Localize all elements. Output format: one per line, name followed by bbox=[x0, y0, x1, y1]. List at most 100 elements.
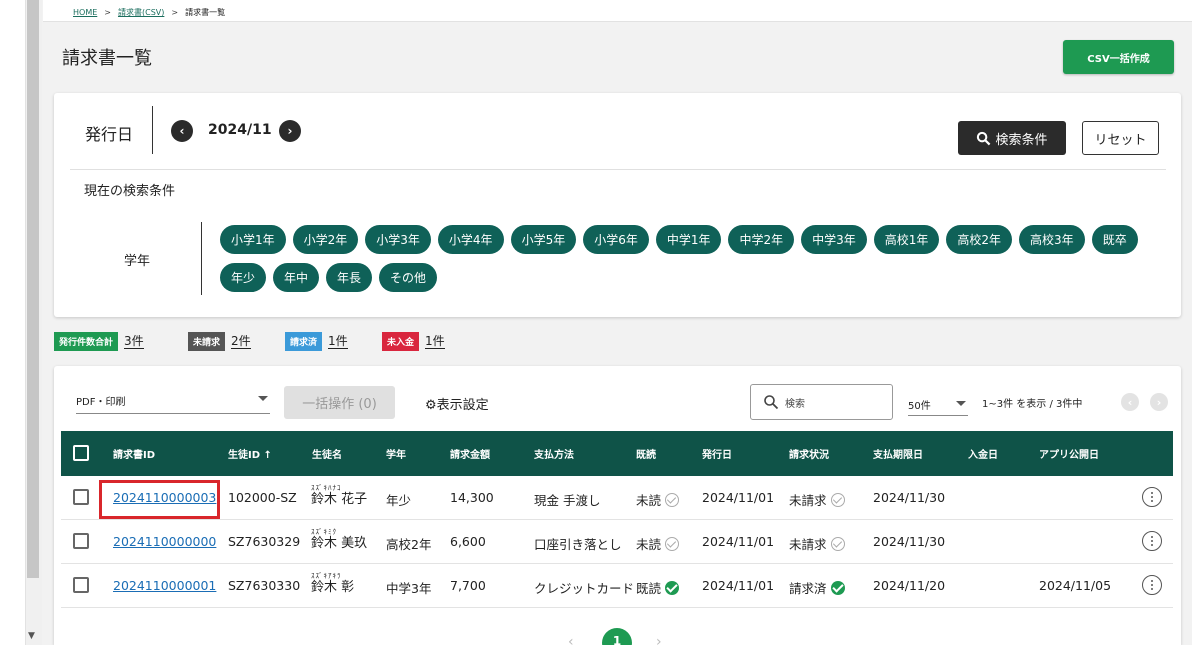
search-conditions-button[interactable]: 検索条件 bbox=[958, 121, 1066, 155]
grade-label: 学年 bbox=[124, 254, 151, 269]
scrollbar-thumb[interactable] bbox=[27, 0, 39, 578]
grade-chip[interactable]: 小学6年 bbox=[583, 225, 649, 254]
csv-bulk-create-button[interactable]: CSV一括作成 bbox=[1063, 40, 1174, 74]
student-name-kana: ｽｽﾞｷｱｷﾗ bbox=[311, 572, 342, 580]
chevron-right-icon: › bbox=[287, 124, 293, 138]
check-circle-icon bbox=[830, 581, 845, 595]
student-name-cell: ｽｽﾞｷﾐｸ 鈴木 美玖 bbox=[311, 528, 367, 551]
invoice-table-panel: PDF・印刷 一括操作 (0) ⚙表示設定 検索 50件 1~3件 を表示 / … bbox=[54, 366, 1181, 645]
student-name: 鈴木 美玖 bbox=[311, 536, 368, 551]
search-input[interactable]: 検索 bbox=[750, 384, 893, 420]
table-row[interactable]: 2024110000000 SZ7630329 ｽｽﾞｷﾐｸ 鈴木 美玖 高校2年 6,6… bbox=[61, 520, 1173, 564]
column-header[interactable]: アプリ公開日 bbox=[1039, 446, 1099, 461]
invoice-id-link[interactable]: 2024110000001 bbox=[113, 578, 216, 593]
due-date: 2024/11/30 bbox=[873, 490, 946, 505]
column-header[interactable]: 支払期限日 bbox=[873, 446, 923, 461]
column-header[interactable]: 生徒ID ↑ bbox=[228, 446, 272, 461]
grade-chip[interactable]: 小学2年 bbox=[292, 225, 359, 254]
per-page-select[interactable]: 50件 bbox=[908, 388, 968, 416]
grade-chip[interactable]: 高校3年 bbox=[1019, 225, 1085, 254]
table-header: 請求書ID 生徒ID ↑ 生徒名 学年 請求金額 支払方法 既読 発行日 請求状況 支払期限日 入金… bbox=[61, 431, 1173, 476]
grade-chip[interactable]: 中学2年 bbox=[728, 225, 795, 254]
search-conditions-label: 検索条件 bbox=[995, 132, 1048, 148]
table-row[interactable]: 2024110000001 SZ7630330 ｽｽﾞｷｱｷﾗ 鈴木 彰 中学3年 7,7… bbox=[61, 564, 1173, 608]
issue-date-label: 発行日 bbox=[85, 125, 134, 144]
chevron-left-icon: ‹ bbox=[1127, 395, 1133, 409]
student-name: 鈴木 花子 bbox=[311, 492, 368, 507]
column-header[interactable]: 生徒名 bbox=[312, 446, 342, 461]
column-header[interactable]: 支払方法 bbox=[534, 446, 574, 461]
student-name-cell: ｽｽﾞｷｱｷﾗ 鈴木 彰 bbox=[311, 572, 354, 595]
prev-page-button[interactable]: ‹ bbox=[1121, 393, 1139, 411]
summary-item: 請求済 1件 bbox=[285, 332, 348, 351]
row-checkbox[interactable] bbox=[73, 577, 89, 593]
read-status: 未読 bbox=[636, 534, 680, 553]
issue-date: 2024/11/01 bbox=[702, 578, 775, 593]
display-settings-button[interactable]: ⚙表示設定 bbox=[425, 394, 489, 413]
billing-status-label: 未請求 bbox=[789, 537, 827, 552]
breadcrumb-home[interactable]: HOME bbox=[73, 8, 97, 17]
more-options-icon[interactable] bbox=[1142, 575, 1162, 595]
divider bbox=[70, 169, 1166, 170]
divider bbox=[152, 106, 153, 154]
column-header[interactable]: 学年 bbox=[386, 446, 406, 461]
divider bbox=[201, 222, 202, 295]
pager-next-icon[interactable]: › bbox=[656, 634, 662, 645]
gear-icon: ⚙ bbox=[425, 398, 437, 413]
reset-button[interactable]: リセット bbox=[1082, 121, 1159, 155]
student-id: 102000-SZ bbox=[228, 490, 297, 505]
student-name: 鈴木 彰 bbox=[311, 580, 355, 595]
grade-chip[interactable]: 年少 bbox=[220, 263, 267, 292]
pager-prev-icon[interactable]: ‹ bbox=[568, 634, 574, 645]
pdf-print-select[interactable]: PDF・印刷 bbox=[76, 388, 270, 414]
summary-count[interactable]: 1件 bbox=[328, 334, 348, 349]
grade-chip[interactable]: 中学3年 bbox=[801, 225, 867, 254]
scroll-down-arrow-icon[interactable]: ▼ bbox=[28, 631, 35, 641]
column-header[interactable]: 請求書ID bbox=[113, 446, 155, 461]
billing-status: 未請求 bbox=[789, 490, 845, 509]
table-row[interactable]: 2024110000003 102000-SZ ｽｽﾞｷﾊﾅｺ 鈴木 花子 年少 14,3… bbox=[61, 476, 1173, 520]
column-header[interactable]: 請求状況 bbox=[789, 446, 829, 461]
summary-count[interactable]: 2件 bbox=[231, 334, 251, 349]
amount: 14,300 bbox=[450, 490, 494, 505]
check-circle-icon bbox=[830, 537, 845, 551]
bulk-action-button[interactable]: 一括操作 (0) bbox=[284, 386, 395, 419]
column-header[interactable]: 入金日 bbox=[968, 446, 998, 461]
grade-chip[interactable]: 既卒 bbox=[1091, 225, 1138, 254]
summary-tag: 未入金 bbox=[382, 332, 420, 351]
grade-chip[interactable]: 中学1年 bbox=[655, 225, 722, 254]
grade-chip[interactable]: 小学5年 bbox=[510, 225, 577, 254]
row-checkbox[interactable] bbox=[73, 489, 89, 505]
display-settings-label: 表示設定 bbox=[436, 398, 489, 413]
search-icon bbox=[977, 131, 991, 145]
next-month-button[interactable]: › bbox=[279, 120, 301, 142]
check-circle-icon bbox=[665, 493, 680, 507]
grade-chip[interactable]: 小学1年 bbox=[220, 225, 286, 254]
summary-count[interactable]: 1件 bbox=[425, 334, 445, 349]
next-page-button[interactable]: › bbox=[1150, 393, 1168, 411]
grade-chip[interactable]: 小学4年 bbox=[437, 225, 504, 254]
column-header[interactable]: 請求金額 bbox=[450, 446, 490, 461]
prev-month-button[interactable]: ‹ bbox=[171, 120, 193, 142]
breadcrumb-invoice-csv[interactable]: 請求書(CSV) bbox=[118, 8, 164, 17]
grade-chip[interactable]: 小学3年 bbox=[365, 225, 431, 254]
more-options-icon[interactable] bbox=[1142, 487, 1162, 507]
summary-count[interactable]: 3件 bbox=[124, 334, 144, 349]
summary-item: 未入金 1件 bbox=[382, 332, 445, 351]
per-page-value: 50件 bbox=[908, 401, 931, 412]
grade-chip[interactable]: 年長 bbox=[326, 263, 373, 292]
more-options-icon[interactable] bbox=[1142, 531, 1162, 551]
select-all-checkbox[interactable] bbox=[73, 445, 89, 461]
grade-chip[interactable]: 高校2年 bbox=[946, 225, 1013, 254]
column-header[interactable]: 発行日 bbox=[702, 446, 732, 461]
row-checkbox[interactable] bbox=[73, 533, 89, 549]
grade: 年少 bbox=[386, 493, 412, 508]
grade-chip[interactable]: その他 bbox=[379, 263, 438, 292]
grade-chip[interactable]: 高校1年 bbox=[873, 225, 940, 254]
invoice-id-link[interactable]: 2024110000000 bbox=[113, 534, 216, 549]
summary-tag: 請求済 bbox=[285, 332, 323, 351]
column-header[interactable]: 既読 bbox=[636, 446, 656, 461]
page-title: 請求書一覧 bbox=[62, 48, 152, 69]
grade-chip[interactable]: 年中 bbox=[273, 263, 320, 292]
highlight-box bbox=[99, 480, 220, 519]
